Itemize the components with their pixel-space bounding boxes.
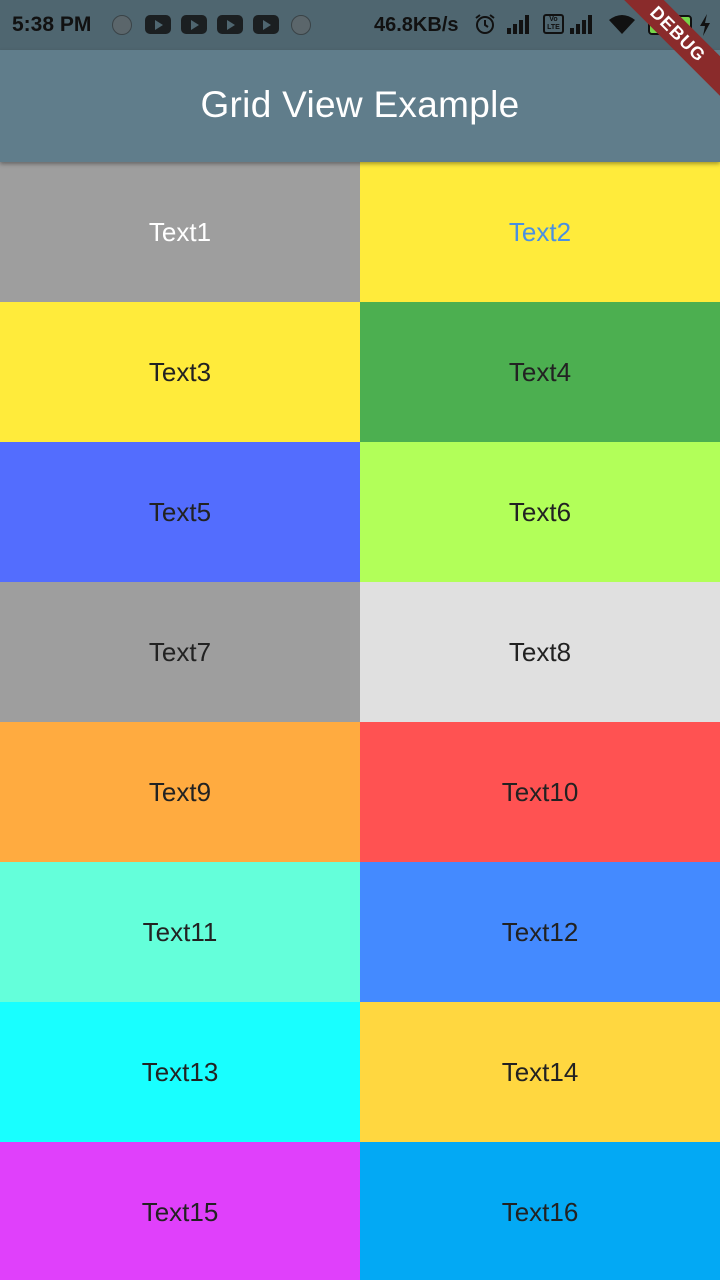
page-title: Grid View Example [200, 84, 520, 125]
grid-view: Text1 Text2 Text3 Text4 Text5 Text6 Text7 Text8… [0, 162, 720, 1280]
grid-tile[interactable]: Text4 [360, 302, 720, 442]
app-bar: Grid View Example [0, 50, 720, 162]
grid-tile[interactable]: Text10 [360, 722, 720, 862]
grid-tile-label: Text7 [148, 636, 212, 667]
grid-tile[interactable]: Text8 [360, 582, 720, 722]
grid-tile-label: Text11 [142, 916, 218, 947]
grid-tile-label: Text15 [141, 1196, 219, 1227]
volte-icon: Vo LTE [543, 14, 564, 34]
grid-tile[interactable]: Text1 [0, 162, 360, 302]
alarm-icon [475, 14, 495, 34]
grid-tile-label: Text10 [501, 776, 579, 807]
grid-tile[interactable]: Text16 [360, 1142, 720, 1280]
youtube-icon [217, 15, 243, 34]
grid-tile[interactable]: Text11 [0, 862, 360, 1002]
grid-tile-label: Text2 [508, 216, 572, 247]
grid-tile-label: Text8 [508, 636, 572, 667]
grid-tile-label: Text1 [148, 216, 212, 247]
grid-tile-label: Text13 [141, 1056, 219, 1087]
grid-tile-label: Text16 [501, 1196, 579, 1227]
grid-tile-label: Text9 [148, 776, 212, 807]
status-time: 5:38 PM [12, 13, 92, 36]
charging-icon [700, 14, 710, 36]
signal-icon [507, 15, 529, 34]
grid-tile-label: Text14 [501, 1056, 579, 1087]
grid-tile[interactable]: Text6 [360, 442, 720, 582]
grid-tile[interactable]: Text3 [0, 302, 360, 442]
youtube-icon [253, 15, 279, 34]
youtube-icon [145, 15, 171, 34]
grid-tile-label: Text5 [148, 496, 212, 527]
grid-tile[interactable]: Text13 [0, 1002, 360, 1142]
grid-tile-label: Text3 [148, 356, 212, 387]
notification-dot-icon [112, 15, 132, 35]
grid-tile[interactable]: Text9 [0, 722, 360, 862]
grid-tile[interactable]: Text5 [0, 442, 360, 582]
network-speed: 46.8KB/s [374, 14, 459, 36]
grid-tile[interactable]: Text12 [360, 862, 720, 1002]
grid-tile-label: Text4 [508, 356, 572, 387]
status-bar: 5:38 PM 46.8KB/s Vo LTE 67 [0, 0, 720, 50]
youtube-icon [181, 15, 207, 34]
grid-tile[interactable]: Text7 [0, 582, 360, 722]
notification-dot-icon [291, 15, 311, 35]
grid-tile[interactable]: Text2 [360, 162, 720, 302]
grid-tile-label: Text12 [501, 916, 579, 947]
wifi-icon [609, 15, 635, 34]
grid-tile[interactable]: Text14 [360, 1002, 720, 1142]
grid-tile-label: Text6 [508, 496, 572, 527]
signal-icon [570, 15, 592, 34]
grid-tile[interactable]: Text15 [0, 1142, 360, 1280]
